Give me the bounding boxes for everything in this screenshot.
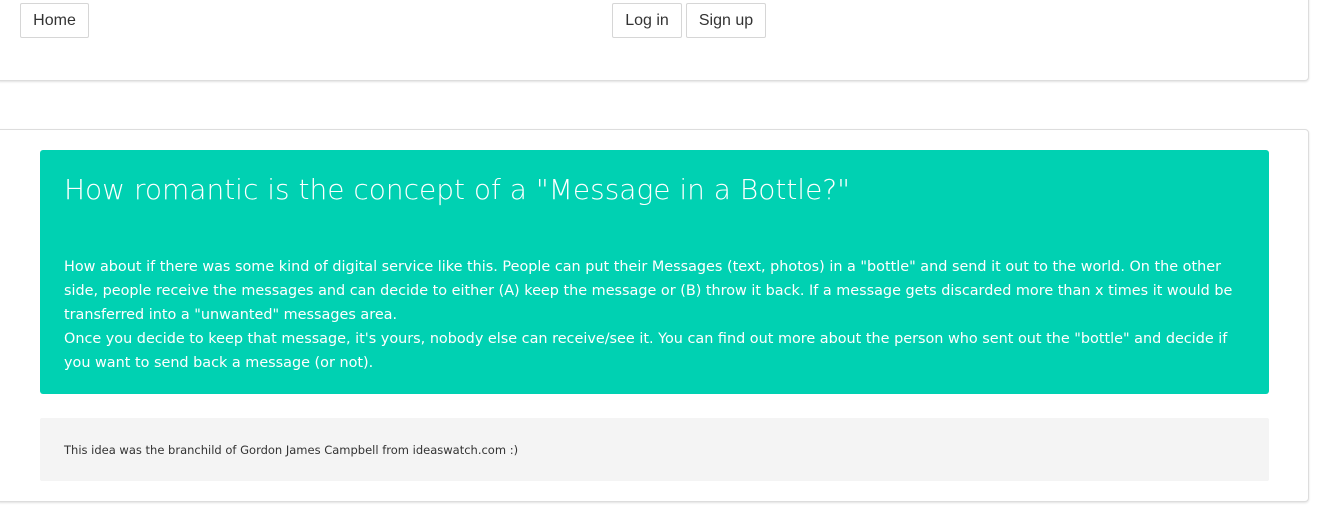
idea-description: How about if there was some kind of digi… [64,255,1239,375]
credit-text: This idea was the branchild of Gordon Ja… [64,443,519,457]
home-button[interactable]: Home [20,3,89,38]
credit-box: This idea was the branchild of Gordon Ja… [40,418,1269,481]
login-button[interactable]: Log in [612,3,682,38]
idea-jumbotron: How romantic is the concept of a "Messag… [40,150,1269,394]
idea-title: How romantic is the concept of a "Messag… [64,173,851,206]
idea-paragraph: How about if there was some kind of digi… [64,259,1233,323]
signup-button[interactable]: Sign up [686,3,766,38]
idea-paragraph: Once you decide to keep that message, it… [64,331,1228,371]
